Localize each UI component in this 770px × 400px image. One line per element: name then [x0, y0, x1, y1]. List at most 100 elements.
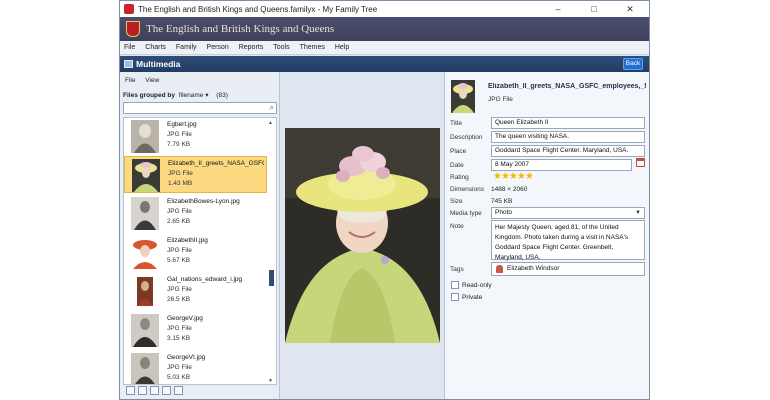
back-button[interactable]: Back: [623, 58, 643, 70]
rating-label: Rating: [450, 174, 469, 181]
file-item-george-v[interactable]: GeorgeV.jpg JPG File 3.15 KB: [124, 312, 267, 349]
thumbnail-view-icon[interactable]: [162, 386, 171, 395]
royal-crest-icon: [126, 21, 140, 37]
file-name: ElizabethII.jpg: [167, 237, 208, 244]
read-only-label: Read-only: [462, 282, 492, 289]
title-label: Title: [450, 120, 463, 127]
scroll-down-icon[interactable]: ▼: [268, 378, 273, 384]
file-name: ElizabethBowes-Lyon.jpg: [167, 198, 240, 205]
place-field[interactable]: Goddard Space Flight Center. Maryland, U…: [491, 145, 645, 157]
private-checkbox[interactable]: [451, 293, 459, 301]
menu-person[interactable]: Person: [207, 44, 229, 51]
date-field[interactable]: 8 May 2007: [491, 159, 632, 171]
rating-stars[interactable]: ★★★★★: [493, 171, 534, 182]
details-view-icon[interactable]: [150, 386, 159, 395]
menu-file[interactable]: File: [124, 44, 135, 51]
file-browser-menu: File View: [125, 77, 167, 84]
group-by-row: Files grouped by filename ▾ (83): [123, 91, 228, 99]
menu-reports[interactable]: Reports: [239, 44, 264, 51]
file-list[interactable]: Egbert.jpg JPG File 7.79 KB Elizabeth_II…: [123, 117, 277, 385]
file-item-elizabeth-nasa[interactable]: Elizabeth_II_greets_NASA_GSFC... JPG Fil…: [124, 156, 267, 193]
note-field[interactable]: Her Majesty Queen, aged 81, of the Unite…: [491, 220, 645, 261]
window-title: The English and British Kings and Queens…: [138, 4, 378, 14]
image-preview-pane: [281, 72, 444, 399]
file-size: 26.5 KB: [167, 296, 191, 303]
file-size: 2.65 KB: [167, 218, 191, 225]
size-label: Size: [450, 198, 463, 205]
title-field[interactable]: Queen Elizabeth II: [491, 117, 645, 129]
view-mode-buttons: [126, 386, 183, 395]
note-label: Note: [450, 223, 464, 230]
photo-preview[interactable]: [285, 128, 440, 343]
tag-person[interactable]: Elizabeth Windsor: [507, 265, 559, 272]
search-icon[interactable]: ⌕: [270, 103, 274, 113]
calendar-icon[interactable]: [636, 158, 645, 167]
private-label: Private: [462, 294, 483, 301]
file-type: JPG File: [167, 364, 192, 371]
selected-file-thumbnail: [451, 80, 475, 113]
list-view-icon[interactable]: [138, 386, 147, 395]
main-menu: File Charts Family Person Reports Tools …: [120, 41, 649, 55]
tags-field[interactable]: Elizabeth Windsor: [491, 262, 645, 276]
menu-family[interactable]: Family: [176, 44, 197, 51]
minimize-button[interactable]: –: [545, 1, 571, 17]
selected-file-name: Elizabeth_II_greets_NASA_GSFC_employees,…: [488, 83, 646, 90]
maximize-button[interactable]: □: [581, 1, 607, 17]
file-type: JPG File: [167, 247, 192, 254]
file-size: 7.79 KB: [167, 141, 191, 148]
file-name: GeorgeVI.jpg: [167, 354, 206, 361]
file-name: Egbert.jpg: [167, 121, 197, 128]
media-type-select[interactable]: Photo ▼: [491, 207, 645, 219]
close-button[interactable]: ✕: [617, 1, 643, 17]
panel-title: Multimedia: [136, 59, 181, 69]
thumbnail-george-vi: [131, 353, 159, 384]
file-size: 5.03 KB: [167, 374, 191, 381]
browser-menu-file[interactable]: File: [125, 77, 135, 84]
menu-themes[interactable]: Themes: [300, 44, 325, 51]
app-icon: [124, 4, 134, 14]
brand-bar: The English and British Kings and Queens: [120, 17, 649, 41]
thumbnail-elizabeth-ii: [131, 236, 159, 269]
thumbnail-george-v: [131, 314, 159, 347]
scrollbar-thumb[interactable]: [269, 270, 274, 286]
menu-tools[interactable]: Tools: [273, 44, 289, 51]
file-search-input[interactable]: ⌕: [123, 102, 277, 114]
file-count: (83): [216, 92, 228, 99]
selected-file-type: JPG File: [488, 96, 513, 103]
scroll-up-icon[interactable]: ▲: [268, 120, 273, 126]
thumbnail-edward-i: [131, 275, 159, 308]
menu-help[interactable]: Help: [335, 44, 349, 51]
description-field[interactable]: The queen visiting NASA.: [491, 131, 645, 143]
grid-view-icon[interactable]: [126, 386, 135, 395]
file-item-edward-i[interactable]: Gal_nations_edward_i.jpg JPG File 26.5 K…: [124, 273, 267, 310]
group-by-dropdown[interactable]: filename ▾: [179, 92, 209, 99]
browser-menu-view[interactable]: View: [145, 77, 159, 84]
slideshow-view-icon[interactable]: [174, 386, 183, 395]
file-name: Gal_nations_edward_i.jpg: [167, 276, 243, 283]
size-value: 745 KB: [491, 198, 513, 205]
thumbnail-elizabeth-nasa: [132, 159, 160, 192]
chevron-down-icon: ▼: [635, 210, 641, 216]
title-bar: The English and British Kings and Queens…: [120, 1, 649, 17]
file-item-egbert[interactable]: Egbert.jpg JPG File 7.79 KB: [124, 118, 267, 155]
read-only-checkbox[interactable]: [451, 281, 459, 289]
thumbnail-bowes-lyon: [131, 197, 159, 230]
file-list-scrollbar[interactable]: ▲ ▼: [268, 120, 275, 384]
file-type: JPG File: [168, 170, 193, 177]
file-item-george-vi[interactable]: GeorgeVI.jpg JPG File 5.03 KB: [124, 351, 267, 384]
chevron-down-icon: ▾: [205, 92, 209, 99]
media-type-label: Media type: [450, 210, 482, 217]
group-by-label: Files grouped by: [123, 92, 176, 99]
file-size: 5.67 KB: [167, 257, 191, 264]
file-browser-pane: File View Files grouped by filename ▾ (8…: [120, 72, 280, 399]
media-type-value: Photo: [495, 209, 512, 216]
menu-charts[interactable]: Charts: [145, 44, 166, 51]
description-label: Description: [450, 134, 483, 141]
dimensions-value: 1488 × 2060: [491, 186, 528, 193]
panel-header: Multimedia Back: [120, 56, 649, 72]
file-item-bowes-lyon[interactable]: ElizabethBowes-Lyon.jpg JPG File 2.65 KB: [124, 195, 267, 232]
place-label: Place: [450, 148, 467, 155]
multimedia-icon: [124, 60, 133, 68]
file-item-elizabeth-ii[interactable]: ElizabethII.jpg JPG File 5.67 KB: [124, 234, 267, 271]
properties-pane: Elizabeth_II_greets_NASA_GSFC_employees,…: [444, 72, 649, 399]
